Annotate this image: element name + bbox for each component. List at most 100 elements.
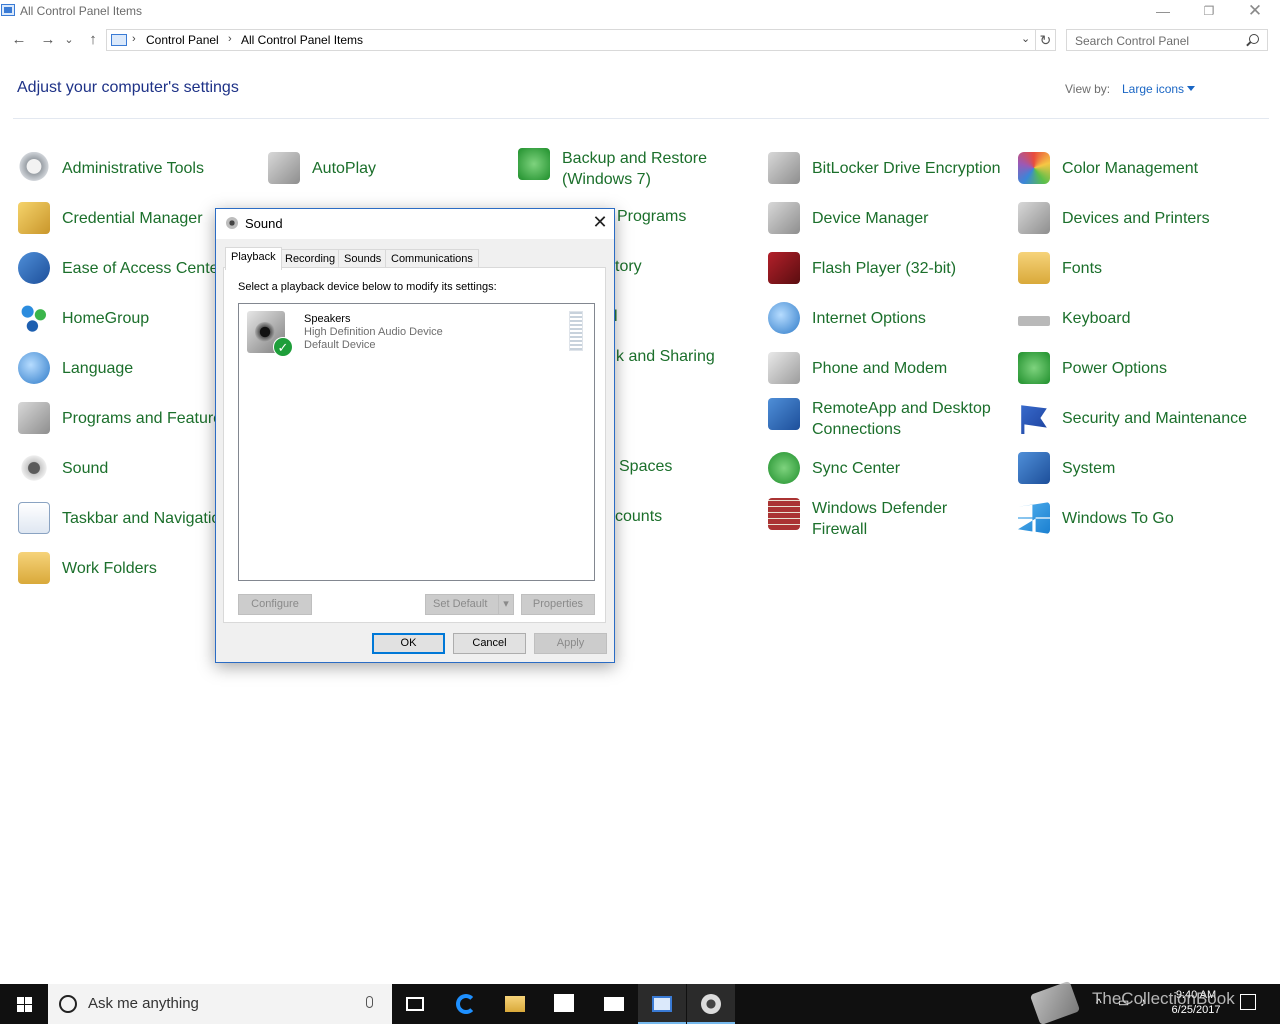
control-panel-icon — [111, 34, 127, 46]
item-windows-to-go[interactable]: Windows To Go — [1018, 502, 1258, 552]
item-label: Sound — [62, 460, 109, 477]
breadcrumb-all-items[interactable]: All Control Panel Items — [241, 33, 363, 47]
item-file-history[interactable]: tory — [615, 258, 642, 276]
item-label: BitLocker Drive Encryption — [812, 160, 1001, 177]
item-phone-modem[interactable]: Phone and Modem — [768, 352, 1008, 402]
task-view-button[interactable] — [392, 984, 440, 1024]
color-management-icon — [1018, 152, 1050, 184]
item-remoteapp[interactable]: RemoteApp and Desktop Connections — [768, 398, 1008, 448]
forward-button[interactable]: → — [37, 29, 59, 51]
taskbar-file-explorer[interactable] — [491, 984, 539, 1024]
item-label: Credential Manager — [62, 210, 203, 227]
page-title: Adjust your computer's settings — [17, 79, 239, 96]
item-defender-firewall[interactable]: Windows Defender Firewall — [768, 498, 1008, 548]
item-label: Power Options — [1062, 360, 1167, 377]
internet-options-icon — [768, 302, 800, 334]
set-default-dropdown[interactable]: ▾ — [498, 594, 514, 615]
keyboard-icon — [1018, 316, 1050, 326]
item-system[interactable]: System — [1018, 452, 1258, 502]
taskbar-control-panel[interactable] — [638, 984, 686, 1024]
address-dropdown-icon[interactable]: ⌄ — [1021, 32, 1030, 45]
item-label: Administrative Tools — [62, 160, 204, 177]
cortana-icon — [59, 995, 77, 1013]
up-button[interactable]: ↑ — [82, 29, 104, 51]
configure-button[interactable]: Configure — [238, 594, 312, 615]
item-flash-player[interactable]: Flash Player (32-bit) — [768, 252, 1008, 302]
printer-icon — [1018, 202, 1050, 234]
item-network-sharing[interactable]: k and Sharing — [616, 348, 715, 366]
sync-icon — [768, 452, 800, 484]
item-label: (Windows 7) — [562, 171, 651, 188]
windows-logo-icon — [17, 1005, 24, 1012]
playback-panel: Select a playback device below to modify… — [223, 267, 606, 623]
cancel-button[interactable]: Cancel — [453, 633, 526, 654]
apply-button[interactable]: Apply — [534, 633, 607, 654]
item-backup-restore[interactable]: Backup and Restore (Windows 7) — [518, 148, 758, 198]
item-administrative-tools[interactable]: Administrative Tools — [18, 152, 258, 202]
start-button[interactable] — [0, 984, 48, 1024]
item-autoplay[interactable]: AutoPlay — [268, 152, 508, 202]
windows-logo-icon — [17, 997, 24, 1004]
properties-button[interactable]: Properties — [521, 594, 595, 615]
refresh-button[interactable]: ↻ — [1036, 29, 1056, 51]
item-security-maintenance[interactable]: Security and Maintenance — [1018, 402, 1258, 452]
credential-manager-icon — [18, 202, 50, 234]
windows-logo-icon — [25, 997, 32, 1004]
work-folders-icon — [18, 552, 50, 584]
address-bar[interactable]: › Control Panel › All Control Panel Item… — [106, 29, 1036, 51]
item-internet-options[interactable]: Internet Options — [768, 302, 1008, 352]
item-label: Programs and Features — [62, 410, 231, 427]
power-options-icon — [1018, 352, 1050, 384]
tab-playback[interactable]: Playback — [225, 247, 282, 270]
item-label: Phone and Modem — [812, 360, 948, 377]
dialog-close-button[interactable]: ✕ — [588, 211, 612, 235]
phone-icon — [768, 352, 800, 384]
item-device-manager[interactable]: Device Manager — [768, 202, 1008, 252]
cortana-search-box[interactable]: Ask me anything — [48, 984, 392, 1024]
homegroup-icon — [18, 302, 50, 334]
item-storage-spaces[interactable]: Spaces — [619, 458, 672, 476]
playback-device-list[interactable]: ✓ Speakers High Definition Audio Device … — [238, 303, 595, 581]
tab-recording[interactable]: Recording — [279, 249, 342, 269]
item-label: Internet Options — [812, 310, 926, 327]
item-power-options[interactable]: Power Options — [1018, 352, 1258, 402]
taskbar-mail[interactable] — [590, 984, 638, 1024]
autoplay-icon — [268, 152, 300, 184]
dialog-title-bar: Sound ✕ — [216, 209, 614, 239]
taskbar-store[interactable] — [540, 984, 588, 1024]
speaker-icon — [701, 994, 721, 1014]
item-label: System — [1062, 460, 1116, 477]
restore-button[interactable]: ❐ — [1186, 0, 1232, 24]
watermark: TheCollectionBook — [1029, 980, 1280, 1024]
item-bitlocker[interactable]: BitLocker Drive Encryption — [768, 152, 1008, 202]
item-user-accounts[interactable]: counts — [615, 508, 662, 526]
taskbar-edge[interactable] — [442, 984, 490, 1024]
item-fonts[interactable]: Fonts — [1018, 252, 1258, 302]
ok-button[interactable]: OK — [372, 633, 445, 654]
item-color-management[interactable]: Color Management — [1018, 152, 1258, 202]
search-input[interactable]: Search Control Panel — [1066, 29, 1268, 51]
watermark-text: TheCollectionBook — [1092, 989, 1235, 1008]
breadcrumb-control-panel[interactable]: Control Panel — [146, 33, 219, 47]
speaker-icon — [18, 452, 50, 484]
firewall-icon — [768, 498, 800, 530]
view-by-dropdown[interactable]: Large icons — [1122, 82, 1184, 96]
item-devices-printers[interactable]: Devices and Printers — [1018, 202, 1258, 252]
item-label: HomeGroup — [62, 310, 150, 327]
tab-sounds[interactable]: Sounds — [338, 249, 388, 269]
view-by-label: View by: — [1065, 82, 1111, 96]
back-button[interactable]: ← — [8, 29, 30, 51]
minimize-button[interactable]: — — [1140, 0, 1186, 24]
item-keyboard[interactable]: Keyboard — [1018, 302, 1258, 352]
recent-locations-button[interactable]: ⌄ — [61, 29, 77, 51]
item-label: Taskbar and Navigation — [62, 510, 230, 527]
close-button[interactable]: ✕ — [1232, 0, 1278, 24]
tab-communications[interactable]: Communications — [385, 249, 479, 269]
set-default-button[interactable]: Set Default — [425, 594, 499, 615]
microphone-icon[interactable] — [366, 996, 373, 1008]
chevron-down-icon[interactable] — [1187, 86, 1195, 91]
taskbar-sound[interactable] — [687, 984, 735, 1024]
item-sync-center[interactable]: Sync Center — [768, 452, 1008, 502]
item-default-programs[interactable]: Programs — [617, 208, 686, 226]
item-label: Connections — [812, 421, 901, 438]
